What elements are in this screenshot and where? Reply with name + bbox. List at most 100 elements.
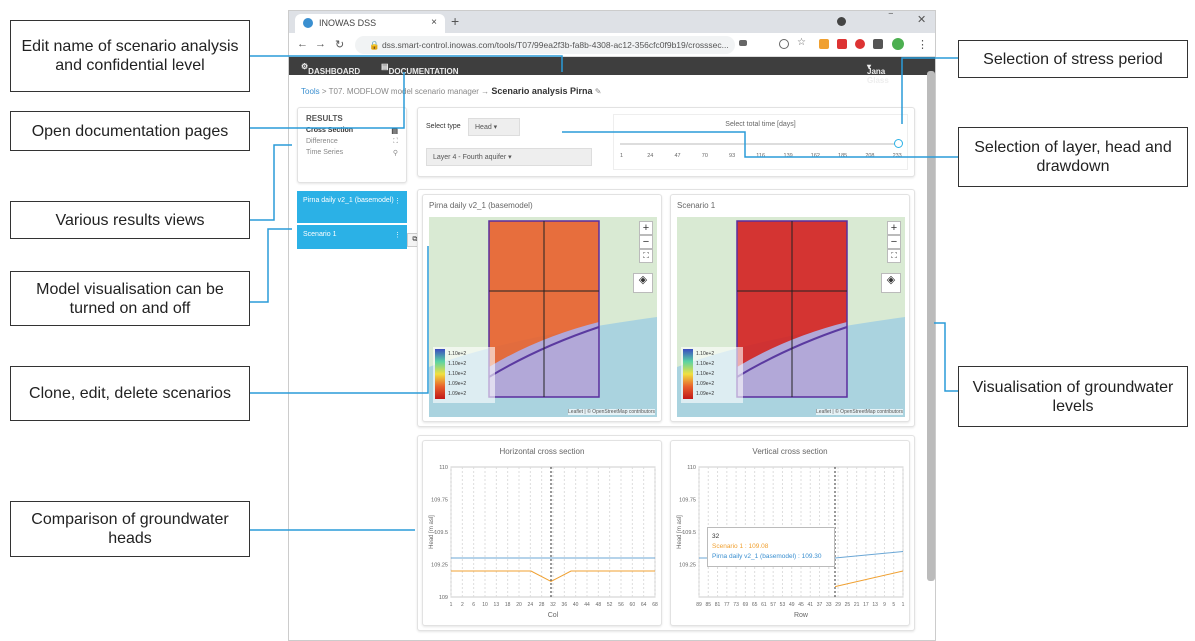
left-map-card: Pirna daily v2_1 (basemodel) + − ⛶ ◈ 1.1…	[422, 194, 662, 422]
reload-icon[interactable]: ↻	[335, 38, 344, 51]
left-map[interactable]: + − ⛶ ◈ 1.10e+2 1.10e+2 1.10e+2 1.09e+2 1.09…	[429, 217, 657, 417]
results-item-difference[interactable]: Difference ⛶	[298, 136, 406, 147]
fullscreen-button[interactable]: ⛶	[887, 249, 901, 263]
url-input[interactable]: 🔒 dss.smart-control.inowas.com/tools/T07…	[355, 36, 735, 54]
x-tick-label: 29	[835, 602, 841, 608]
time-slider-handle[interactable]	[894, 139, 903, 148]
x-tick-label: 45	[798, 602, 804, 608]
scenario-item-scenario-1[interactable]: Scenario 1 ⋮	[297, 225, 407, 249]
time-slider-track[interactable]	[620, 143, 901, 145]
tooltip-base: Pirna daily v2_1 (basemodel) : 109.30	[712, 553, 822, 560]
results-menu: RESULTS Cross Section ▤ Difference ⛶ Time …	[297, 107, 407, 183]
callout-comparison: Comparison of groundwater heads	[10, 501, 250, 557]
scenario-menu-icon[interactable]: ⋮	[394, 197, 401, 205]
lock-icon: 🔒	[369, 40, 382, 50]
layers-icon[interactable]: ◈	[881, 273, 901, 293]
y-tick-label: 109.25	[679, 563, 696, 569]
x-tick-label: 53	[780, 602, 786, 608]
zoom-out-button[interactable]: −	[639, 235, 653, 249]
menu-kebab-icon[interactable]: ⋮	[917, 38, 928, 51]
x-tick-label: 60	[630, 602, 636, 608]
x-tick-label: 13	[872, 602, 878, 608]
x-tick-label: 13	[494, 602, 500, 608]
scenario-item-basemodel[interactable]: Pirna daily v2_1 (basemodel) ⋮	[297, 191, 407, 223]
x-tick-label: 32	[550, 602, 556, 608]
x-tick-label: 81	[715, 602, 721, 608]
x-tick-label: 52	[607, 602, 613, 608]
profile-icon[interactable]	[837, 17, 846, 26]
minimize-button[interactable]: ‾	[889, 13, 893, 25]
zoom-in-button[interactable]: +	[639, 221, 653, 235]
back-icon[interactable]: ←	[297, 38, 308, 50]
forward-icon[interactable]: →	[315, 38, 326, 50]
y-tick-label: 110	[439, 465, 448, 471]
x-tick-label: 9	[883, 602, 886, 608]
left-map-title: Pirna daily v2_1 (basemodel)	[429, 201, 533, 210]
x-tick-label: 69	[743, 602, 749, 608]
y-tick-label: 109.5	[682, 530, 696, 536]
zoom-out-button[interactable]: −	[887, 235, 901, 249]
layers-icon[interactable]: ◈	[633, 273, 653, 293]
documentation-link[interactable]: ▤ DOCUMENTATION	[381, 62, 458, 76]
right-map[interactable]: + − ⛶ ◈ 1.10e+2 1.10e+2 1.10e+2 1.09e+2 1.09…	[677, 217, 905, 417]
zoom-in-button[interactable]: +	[887, 221, 901, 235]
x-tick-label: 5	[892, 602, 895, 608]
right-map-title: Scenario 1	[677, 201, 716, 210]
breadcrumb-tool[interactable]: T07. MODFLOW model scenario manager	[329, 87, 479, 96]
left-chart[interactable]: 1 2 6 10 13 18 20 24 28 32 36 40 44 48 52 56 60 64 68 110 10…	[423, 457, 663, 627]
x-tick-label: 48	[596, 602, 602, 608]
legend-label: 1.09e+2	[696, 381, 715, 387]
y-tick-label: 109.75	[679, 498, 696, 504]
time-tick: 208	[865, 153, 875, 159]
scenario-menu-icon[interactable]: ⋮	[394, 231, 401, 239]
x-tick-label: 1	[450, 602, 453, 608]
window-close-button[interactable]: ✕	[917, 13, 926, 26]
time-tick: 116	[756, 153, 766, 159]
time-tick: 93	[729, 153, 736, 159]
key-icon[interactable]	[739, 40, 747, 46]
star-icon[interactable]: ☆	[797, 37, 807, 48]
time-tick: 139	[783, 153, 793, 159]
results-item-cross-section[interactable]: Cross Section ▤	[298, 125, 406, 136]
edit-pencil-icon[interactable]: ✎	[595, 87, 602, 96]
right-map-attribution: Leaflet | © OpenStreetMap contributors	[816, 409, 903, 415]
layer-dropdown[interactable]: Layer 4 - Fourth aquifer ▾	[426, 148, 592, 166]
tab-inowas[interactable]: INOWAS DSS ×	[295, 14, 445, 33]
time-panel: Select total time [days] 1 24 47 70 93 116 139…	[613, 114, 908, 170]
avatar[interactable]	[892, 38, 904, 50]
legend-label: 1.10e+2	[696, 361, 715, 367]
y-tick-label: 110	[687, 465, 696, 471]
right-chart-card: Vertical cross section 89 85 81 77 73 69 65 61 5…	[670, 440, 910, 626]
new-tab-button[interactable]: +	[451, 13, 459, 29]
extension-pdf-icon[interactable]	[837, 39, 847, 49]
tab-close-icon[interactable]: ×	[431, 17, 437, 28]
browser-window: INOWAS DSS × + ‾ ✕ ← → ↻ 🔒 dss.smart-con…	[288, 10, 936, 641]
x-tick-label: 49	[789, 602, 795, 608]
x-tick-label: 68	[652, 602, 658, 608]
series-line-scenario	[834, 570, 904, 588]
callout-stress-period: Selection of stress period	[958, 40, 1188, 78]
extension-opera-icon[interactable]	[855, 39, 865, 49]
type-dropdown[interactable]: Head ▾	[468, 118, 520, 136]
x-tick-label: 28	[539, 602, 545, 608]
x-axis-label: Col	[548, 612, 559, 619]
dashboard-link[interactable]: ⚙ DASHBOARD	[301, 62, 360, 76]
x-tick-label: 10	[482, 602, 488, 608]
extensions-puzzle-icon[interactable]	[873, 39, 883, 49]
inowas-favicon-icon	[303, 18, 313, 28]
extension-h-icon[interactable]	[819, 39, 829, 49]
x-tick-label: 65	[752, 602, 758, 608]
callout-vis-gw: Visualisation of groundwater levels	[958, 366, 1188, 427]
fullscreen-button[interactable]: ⛶	[639, 249, 653, 263]
results-title: RESULTS	[306, 114, 343, 123]
results-item-time-series[interactable]: Time Series ⚲	[298, 147, 406, 158]
search-icon[interactable]	[779, 39, 789, 49]
tab-bar: INOWAS DSS × + ‾ ✕	[289, 11, 935, 33]
x-tick-label: 56	[618, 602, 624, 608]
callout-open-docs: Open documentation pages	[10, 111, 250, 151]
user-menu[interactable]: Jana Glass ▾	[867, 62, 889, 85]
page-scrollbar[interactable]	[927, 71, 935, 581]
x-tick-label: 36	[562, 602, 568, 608]
legend-label: 1.10e+2	[448, 351, 467, 357]
breadcrumb-tools[interactable]: Tools	[301, 87, 320, 96]
